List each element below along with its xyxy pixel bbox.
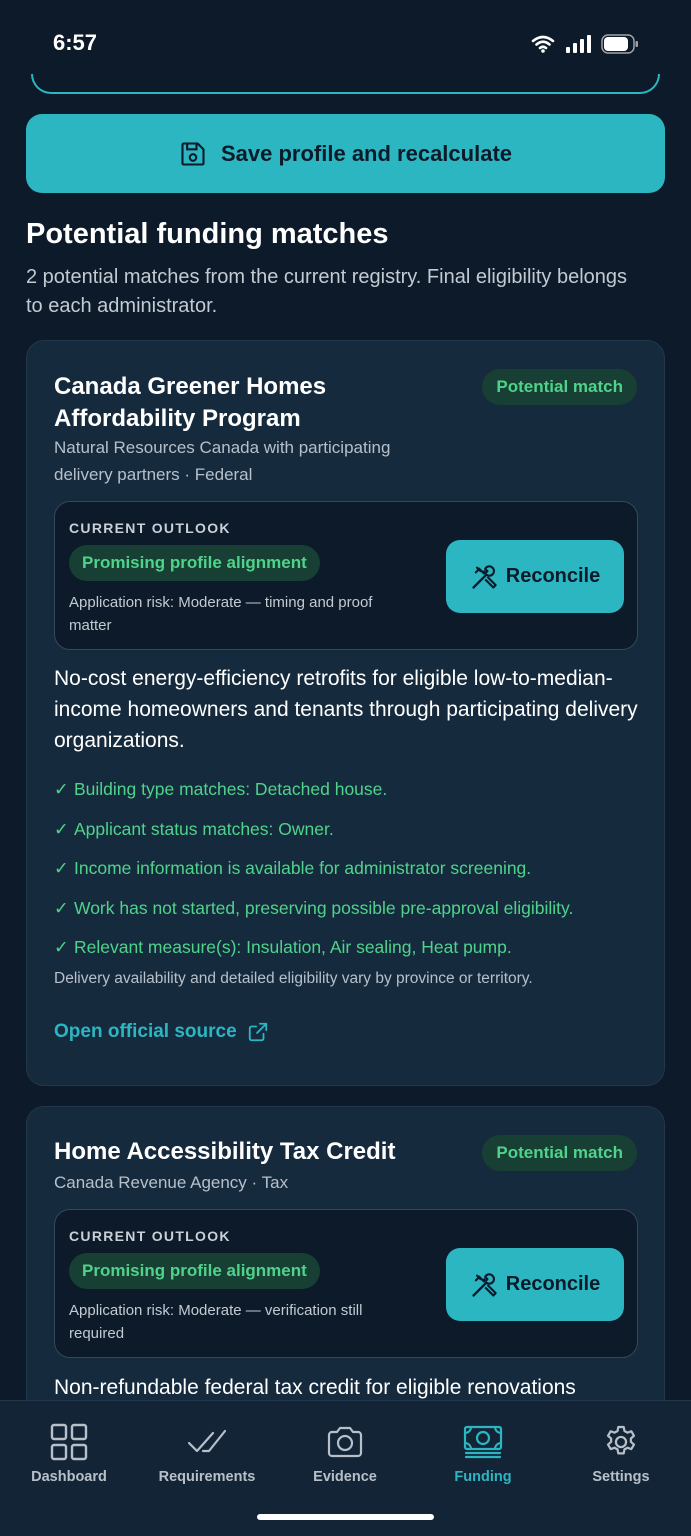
- check-item: ✓ Work has not started, preserving possib…: [54, 889, 654, 929]
- check-icon: ✓: [54, 858, 69, 879]
- check-text: Work has not started, preserving possibl…: [74, 897, 574, 918]
- source-link-label: Open official source: [54, 1021, 237, 1042]
- nav-label: Requirements: [158, 1469, 256, 1485]
- reconcile-button[interactable]: Reconcile: [446, 1248, 624, 1321]
- wifi-icon: [531, 35, 555, 53]
- section-title: Potential funding matches: [26, 218, 389, 250]
- check-icon: ✓: [54, 897, 69, 918]
- outlook-panel: CURRENT OUTLOOK Promising profile alignm…: [54, 501, 638, 650]
- nav-label: Settings: [592, 1469, 650, 1485]
- outlook-status-badge: Promising profile alignment: [69, 545, 320, 581]
- program-title: Home Accessibility Tax Credit: [54, 1138, 396, 1165]
- reconcile-label: Reconcile: [505, 565, 601, 587]
- check-text: Relevant measure(s): Insulation, Air sea…: [74, 937, 512, 958]
- funding-match-card: Canada Greener Homes Affordability Progr…: [26, 340, 665, 1086]
- check-text: Building type matches: Detached house.: [74, 779, 388, 800]
- external-link-icon: [248, 1022, 267, 1042]
- section-subtitle: 2 potential matches from the current reg…: [26, 266, 628, 317]
- battery-icon: [601, 34, 638, 54]
- match-status-badge: Potential match: [482, 1135, 637, 1171]
- grid-icon: [50, 1421, 88, 1463]
- money-icon: [463, 1421, 503, 1463]
- status-icons: [531, 34, 639, 54]
- gear-icon: [602, 1421, 640, 1463]
- check-item: ✓ Building type matches: Detached house.: [54, 770, 654, 810]
- reconcile-label: Reconcile: [505, 1273, 601, 1295]
- previous-card-edge: [31, 74, 660, 94]
- home-indicator[interactable]: [257, 1514, 434, 1520]
- open-official-source-link[interactable]: Open official source: [54, 1021, 269, 1043]
- check-icon: ✓: [54, 937, 69, 958]
- tools-icon: [472, 1272, 497, 1297]
- double-check-icon: [187, 1421, 227, 1463]
- check-icon: ✓: [54, 779, 69, 800]
- nav-item-requirements[interactable]: Requirements: [138, 1421, 276, 1485]
- nav-label: Dashboard: [31, 1469, 107, 1485]
- nav-label: Funding: [454, 1469, 512, 1485]
- program-meta: Natural Resources Canada with participat…: [54, 438, 391, 484]
- program-description: Non-refundable federal tax credit for el…: [54, 1376, 576, 1399]
- check-item: ✓ Applicant status matches: Owner.: [54, 810, 654, 850]
- program-title: Canada Greener Homes Affordability Progr…: [54, 373, 327, 432]
- nav-item-funding[interactable]: Funding: [414, 1421, 552, 1485]
- program-description: No-cost energy-efficiency retrofits for …: [54, 667, 638, 752]
- outlook-label: CURRENT OUTLOOK: [69, 1228, 231, 1244]
- floppy-disk-icon: [181, 141, 205, 166]
- nav-item-settings[interactable]: Settings: [552, 1421, 690, 1485]
- signal-icon: [566, 35, 591, 53]
- outlook-status-badge: Promising profile alignment: [69, 1253, 320, 1289]
- nav-item-dashboard[interactable]: Dashboard: [0, 1421, 138, 1485]
- save-button-label: Save profile and recalculate: [220, 140, 513, 166]
- camera-icon: [326, 1421, 364, 1463]
- outlook-panel: CURRENT OUTLOOK Promising profile alignm…: [54, 1209, 638, 1358]
- nav-label: Evidence: [313, 1469, 377, 1485]
- availability-note: Delivery availability and detailed eligi…: [54, 970, 533, 987]
- check-text: Applicant status matches: Owner.: [74, 818, 334, 839]
- status-time: 6:57: [53, 30, 98, 55]
- outlook-label: CURRENT OUTLOOK: [69, 520, 231, 536]
- application-risk: Application risk: Moderate — timing and …: [69, 594, 373, 634]
- check-text: Income information is available for admi…: [74, 858, 532, 879]
- check-item: ✓ Income information is available for adm…: [54, 849, 654, 889]
- save-recalculate-button[interactable]: Save profile and recalculate: [26, 114, 665, 193]
- funding-match-card: Home Accessibility Tax Credit Potential …: [26, 1106, 665, 1426]
- eligibility-checklist: ✓ Building type matches: Detached house. …: [54, 770, 654, 968]
- check-item: ✓ Relevant measure(s): Insulation, Air se…: [54, 928, 654, 968]
- tools-icon: [472, 564, 497, 589]
- nav-item-evidence[interactable]: Evidence: [276, 1421, 414, 1485]
- reconcile-button[interactable]: Reconcile: [446, 540, 624, 613]
- application-risk: Application risk: Moderate — verificatio…: [69, 1302, 363, 1342]
- check-icon: ✓: [54, 818, 69, 839]
- match-status-badge: Potential match: [482, 369, 637, 405]
- program-meta: Canada Revenue Agency · Tax: [54, 1173, 289, 1192]
